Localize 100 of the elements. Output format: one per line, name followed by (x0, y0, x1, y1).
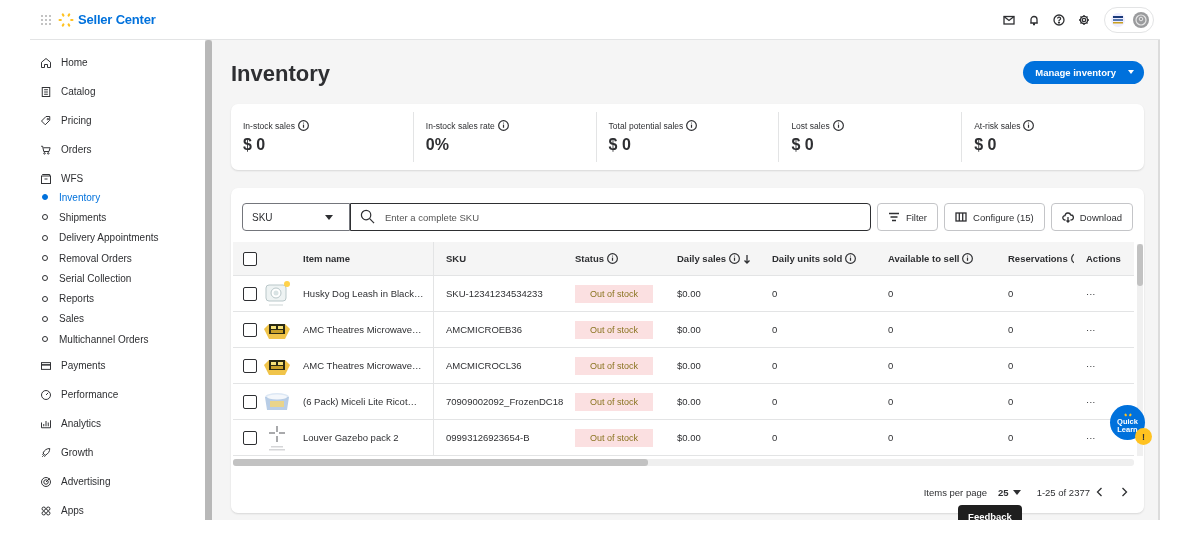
sidebar-item[interactable]: Growth (30, 438, 205, 468)
sidebar-subitem[interactable]: Reports (30, 288, 205, 309)
table-cell: 0 (772, 360, 778, 371)
toolbar-button[interactable]: Filter (876, 203, 938, 231)
grid-menu-icon (40, 13, 52, 26)
spark-logo-icon (58, 11, 74, 28)
sidebar-item[interactable]: Orders (30, 135, 205, 164)
column-header[interactable]: Available to sell (888, 253, 960, 264)
items-per-page-dropdown[interactable]: 25 (998, 486, 1021, 498)
sidebar-subitem[interactable]: Serial Collection (30, 268, 205, 289)
table-cell: 0 (1008, 360, 1014, 371)
card-icon (40, 359, 52, 372)
chevron-right-icon (1121, 487, 1128, 497)
table-cell: 0 (772, 432, 778, 443)
checkbox[interactable] (243, 358, 257, 373)
table-cell: $0.00 (677, 288, 701, 299)
table-cell: 09993126923654-B (446, 432, 530, 443)
column-header[interactable]: Daily sales (677, 253, 727, 264)
table-cell: 0 (888, 288, 894, 299)
apps-icon (40, 504, 52, 517)
filter-icon (887, 211, 900, 223)
search-by-dropdown[interactable]: SKU (242, 203, 350, 231)
feedback-button[interactable]: Feedback (958, 505, 1022, 520)
table-cell: 0 (772, 324, 778, 335)
actions-menu[interactable]: ··· (1086, 432, 1096, 443)
actions-menu[interactable]: ··· (1086, 324, 1096, 335)
item-name[interactable]: Louver Gazebo pack 2 (303, 432, 399, 443)
sidebar-subitem[interactable]: Shipments (30, 207, 205, 228)
table-cell: SKU-12341234534233 (446, 288, 543, 299)
help-icon (1053, 13, 1065, 26)
sidebar-subitem[interactable]: Sales (30, 308, 205, 330)
cloud-download-icon (1061, 211, 1074, 223)
table-cell: 0 (1008, 288, 1014, 299)
actions-menu[interactable]: ··· (1086, 360, 1096, 371)
scrollbar-thumb[interactable] (1137, 244, 1143, 286)
search-field[interactable]: Enter a complete SKU (350, 203, 871, 231)
rocket-icon (40, 446, 52, 459)
table-cell: 0 (888, 396, 894, 407)
sidebar-subitem[interactable]: Delivery Appointments (30, 227, 205, 248)
item-name[interactable]: AMC Theatres Microwave… (303, 324, 422, 335)
sidebar-subitem[interactable]: Multichannel Orders (30, 329, 205, 350)
sidebar-item[interactable]: Apps (30, 496, 205, 520)
stat-value: $ 0 (974, 136, 998, 154)
sidebar-item[interactable]: Catalog (30, 77, 205, 106)
column-header[interactable]: Actions (1086, 253, 1121, 264)
checkbox[interactable] (243, 394, 257, 409)
checkbox[interactable] (243, 430, 257, 445)
table-cell: 0 (1008, 432, 1014, 443)
stat-value: $ 0 (243, 136, 267, 154)
checkbox[interactable] (243, 286, 257, 301)
stat-label: Lost sales (791, 120, 830, 131)
settings-icon (1078, 13, 1090, 26)
table-cell: 0 (772, 288, 778, 299)
home-icon (40, 56, 52, 69)
table-cell: 0 (888, 324, 894, 335)
column-header[interactable]: SKU (446, 253, 467, 264)
actions-menu[interactable]: ··· (1086, 288, 1096, 299)
table-cell: 0 (888, 432, 894, 443)
flag-icon (1111, 12, 1125, 27)
manage-inventory-button[interactable]: Manage inventory (1023, 60, 1144, 84)
item-name[interactable]: AMC Theatres Microwave… (303, 360, 422, 371)
info-icon (297, 120, 309, 131)
actions-menu[interactable]: ··· (1086, 396, 1096, 407)
table-cell: 0 (772, 396, 778, 407)
stat-value: $ 0 (608, 136, 632, 154)
sidebar-item[interactable]: Performance (30, 380, 205, 410)
column-header[interactable]: Status (575, 253, 605, 264)
page-title: Inventory (231, 60, 331, 87)
item-name[interactable]: (6 Pack) Miceli Lite Ricot… (303, 396, 418, 407)
table-cell: 0 (1008, 324, 1014, 335)
info-icon (832, 120, 844, 131)
table-cell: 70909002092_FrozenDC18 (446, 396, 563, 407)
sidebar-item[interactable]: Payments (30, 351, 205, 381)
sidebar-item[interactable]: Pricing (30, 106, 205, 135)
search-icon (360, 209, 375, 224)
app-title[interactable]: Seller Center (78, 12, 156, 27)
table-cell: 0 (888, 360, 894, 371)
sidebar-item[interactable]: Home (30, 48, 205, 77)
columns-icon (955, 211, 967, 223)
checkbox[interactable] (243, 251, 257, 266)
avatar-icon (1133, 11, 1149, 28)
table-cell: $0.00 (677, 432, 701, 443)
toolbar-button[interactable]: Download (1050, 203, 1133, 231)
table-cell: $0.00 (677, 324, 701, 335)
mail-icon (1003, 13, 1015, 26)
toolbar-button[interactable]: Configure (15) (944, 203, 1045, 231)
scrollbar-thumb[interactable] (205, 40, 212, 520)
sidebar-item[interactable]: Advertising (30, 467, 205, 497)
checkbox[interactable] (243, 322, 257, 337)
sidebar-subitem[interactable]: Removal Orders (30, 247, 205, 269)
column-header[interactable]: Item name (303, 253, 350, 264)
scrollbar-thumb[interactable] (233, 459, 648, 466)
bell-icon (1028, 13, 1040, 26)
bar-chart-icon (40, 417, 52, 430)
column-header[interactable]: Daily units sold (772, 253, 843, 264)
gauge-icon (40, 388, 52, 401)
column-header[interactable]: Reservations (1008, 253, 1068, 264)
item-name[interactable]: Husky Dog Leash in Black… (303, 288, 424, 299)
sidebar-item[interactable]: Analytics (30, 409, 205, 439)
stat-label: At-risk sales (974, 120, 1021, 131)
